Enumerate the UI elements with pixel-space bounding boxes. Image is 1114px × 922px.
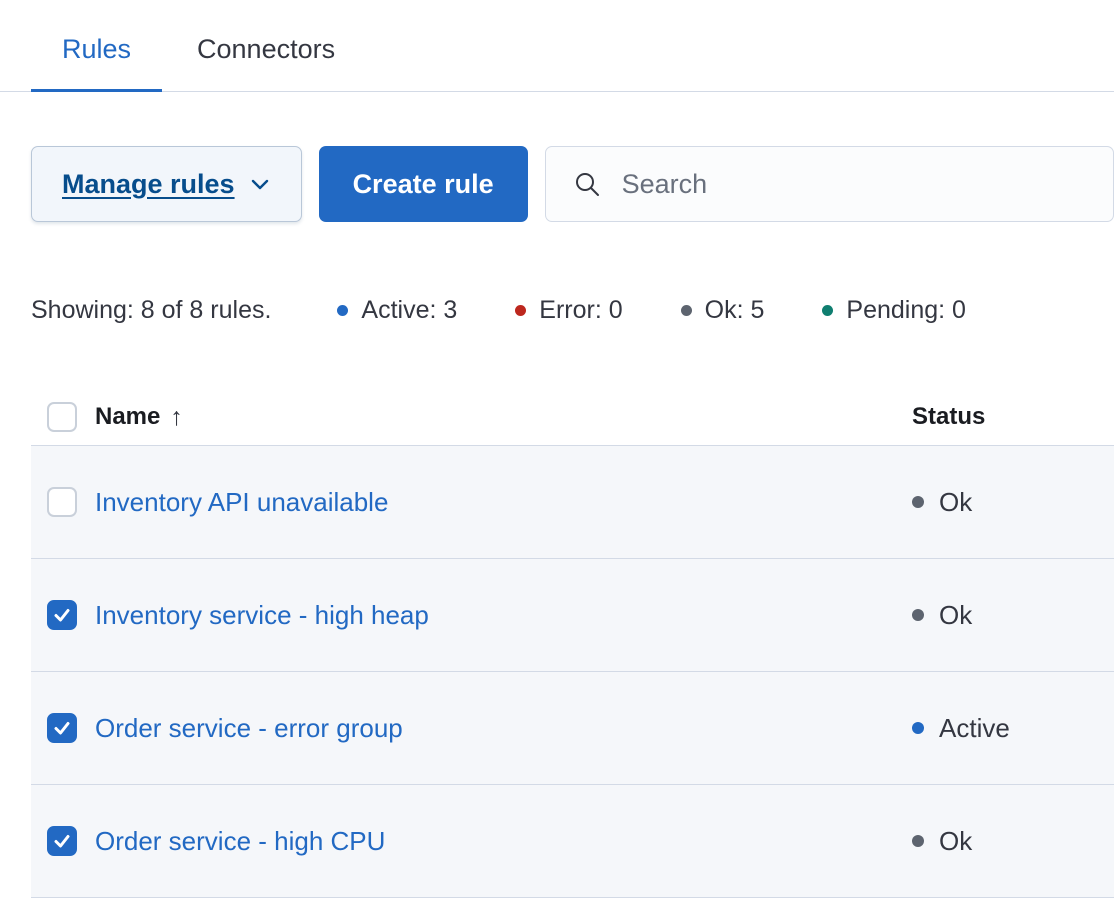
stat-active-label: Active: 3	[361, 296, 457, 325]
rules-table: Name ↑ Status Inventory API unavailable …	[31, 389, 1114, 898]
rule-status: Ok	[912, 487, 1114, 518]
rule-name-link[interactable]: Inventory service - high heap	[95, 600, 912, 631]
manage-rules-label: Manage rules	[62, 169, 235, 200]
status-dot-icon	[912, 496, 924, 508]
error-dot-icon	[515, 305, 526, 316]
column-header-name[interactable]: Name ↑	[95, 403, 912, 432]
rule-status: Ok	[912, 826, 1114, 857]
table-header-row: Name ↑ Status	[31, 389, 1114, 446]
ok-dot-icon	[681, 305, 692, 316]
table-row: Order service - high CPU Ok	[31, 785, 1114, 898]
row-checkbox[interactable]	[47, 487, 77, 517]
sort-ascending-icon: ↑	[170, 403, 183, 432]
row-checkbox[interactable]	[47, 826, 77, 856]
rule-name-link[interactable]: Order service - high CPU	[95, 826, 912, 857]
stat-ok-label: Ok: 5	[705, 296, 765, 325]
column-header-status: Status	[912, 403, 1114, 431]
status-label: Active	[939, 713, 1010, 744]
create-rule-button[interactable]: Create rule	[319, 146, 528, 222]
status-label: Ok	[939, 600, 972, 631]
rule-name-link[interactable]: Inventory API unavailable	[95, 487, 912, 518]
table-row: Inventory API unavailable Ok	[31, 446, 1114, 559]
stat-pending: Pending: 0	[822, 296, 966, 325]
tab-connectors[interactable]: Connectors	[166, 34, 366, 92]
status-label: Ok	[939, 826, 972, 857]
active-dot-icon	[337, 305, 348, 316]
row-checkbox[interactable]	[47, 600, 77, 630]
rules-summary: Showing: 8 of 8 rules. Active: 3 Error: …	[31, 296, 1083, 325]
table-row: Inventory service - high heap Ok	[31, 559, 1114, 672]
pending-dot-icon	[822, 305, 833, 316]
select-all-checkbox[interactable]	[47, 402, 77, 432]
stat-error-label: Error: 0	[539, 296, 622, 325]
search-box	[545, 146, 1114, 222]
tab-rules[interactable]: Rules	[31, 34, 162, 92]
status-dot-icon	[912, 835, 924, 847]
showing-count: Showing: 8 of 8 rules.	[31, 296, 271, 325]
search-input[interactable]	[622, 169, 1087, 200]
rule-name-link[interactable]: Order service - error group	[95, 713, 912, 744]
status-dot-icon	[912, 609, 924, 621]
toolbar: Manage rules Create rule	[31, 146, 1114, 222]
rule-status: Ok	[912, 600, 1114, 631]
row-checkbox[interactable]	[47, 713, 77, 743]
stat-active: Active: 3	[337, 296, 457, 325]
chevron-down-icon	[249, 173, 271, 195]
rule-status: Active	[912, 713, 1114, 744]
tabs-bar: Rules Connectors	[0, 0, 1114, 92]
status-dot-icon	[912, 722, 924, 734]
manage-rules-button[interactable]: Manage rules	[31, 146, 302, 222]
stat-ok: Ok: 5	[681, 296, 765, 325]
table-row: Order service - error group Active	[31, 672, 1114, 785]
status-label: Ok	[939, 487, 972, 518]
stat-pending-label: Pending: 0	[846, 296, 966, 325]
stat-error: Error: 0	[515, 296, 622, 325]
search-icon	[572, 169, 602, 199]
